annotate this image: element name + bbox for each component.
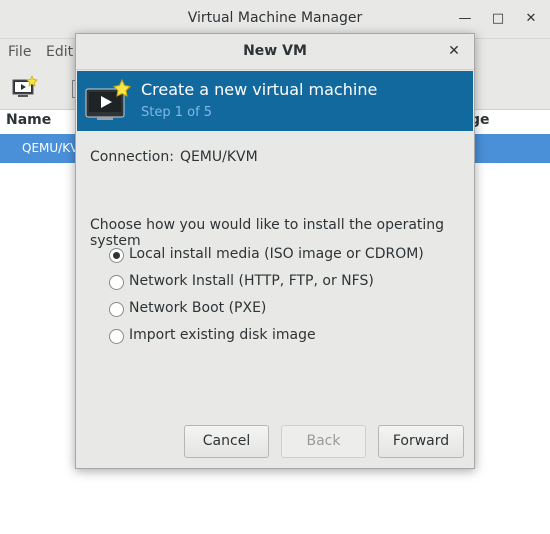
radio-label[interactable]: Import existing disk image <box>129 327 316 343</box>
dialog-close-icon[interactable]: ✕ <box>444 41 464 61</box>
maximize-icon[interactable]: □ <box>488 9 508 29</box>
new-vm-monitor-icon <box>85 79 131 120</box>
connection-value: QEMU/KVM <box>179 149 258 165</box>
column-name-header[interactable]: Name <box>6 112 51 128</box>
close-icon[interactable]: ✕ <box>521 9 541 29</box>
connection-row: Connection: QEMU/KVM <box>90 149 258 165</box>
radio-button[interactable] <box>109 248 124 263</box>
banner-step: Step 1 of 5 <box>141 105 213 120</box>
cancel-button[interactable]: Cancel <box>184 425 269 458</box>
menu-edit[interactable]: Edit <box>46 44 73 60</box>
minimize-icon[interactable]: — <box>455 9 475 29</box>
radio-label[interactable]: Local install media (ISO image or CDROM) <box>129 246 424 262</box>
dialog-title: New VM <box>243 43 307 59</box>
forward-button[interactable]: Forward <box>378 425 464 458</box>
list-row-label: QEMU/KV <box>22 141 79 155</box>
radio-label[interactable]: Network Boot (PXE) <box>129 300 266 316</box>
radio-button[interactable] <box>109 302 124 317</box>
menu-file[interactable]: File <box>8 44 31 60</box>
radio-button[interactable] <box>109 329 124 344</box>
connection-label: Connection: <box>90 149 174 165</box>
new-vm-dialog: New VM ✕ Create a new virtual machine St… <box>75 33 475 469</box>
install-prompt: Choose how you would like to install the… <box>90 217 445 249</box>
back-button[interactable]: Back <box>281 425 366 458</box>
dialog-titlebar: New VM ✕ <box>76 34 474 70</box>
radio-selected-dot <box>113 252 120 259</box>
radio-label[interactable]: Network Install (HTTP, FTP, or NFS) <box>129 273 374 289</box>
wizard-banner: Create a new virtual machine Step 1 of 5 <box>77 71 473 131</box>
banner-title: Create a new virtual machine <box>141 80 378 99</box>
new-vm-icon[interactable] <box>10 75 40 101</box>
radio-button[interactable] <box>109 275 124 290</box>
